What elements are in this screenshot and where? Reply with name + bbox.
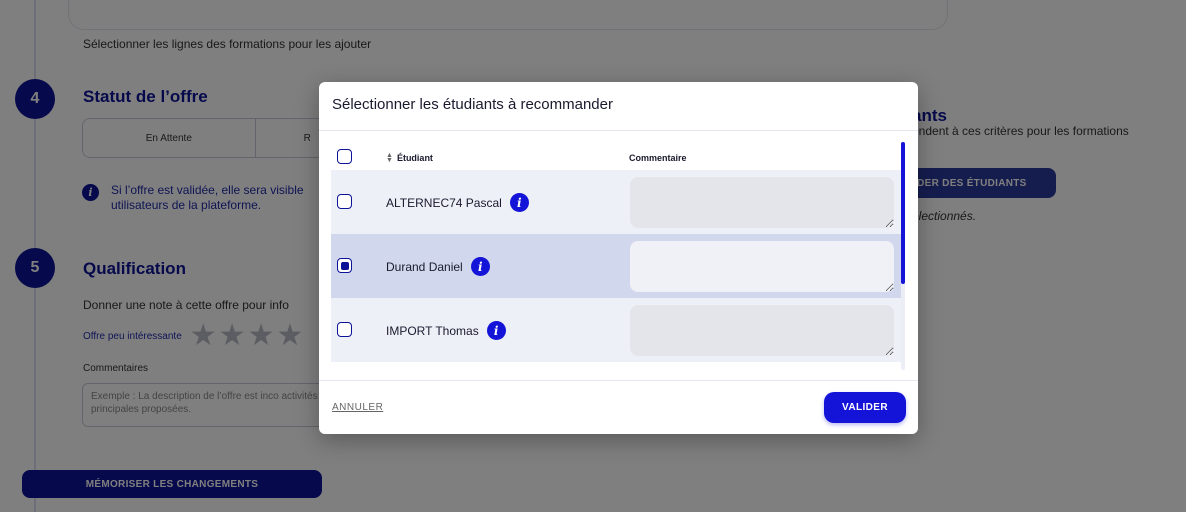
column-header-student[interactable]: ▲ ▼ Étudiant bbox=[386, 152, 433, 164]
modal-title: Sélectionner les étudiants à recommander bbox=[332, 96, 613, 113]
checkbox-box[interactable] bbox=[337, 194, 352, 209]
check-mark bbox=[340, 261, 349, 270]
checkbox-box[interactable] bbox=[337, 149, 352, 164]
student-cell: Durand Daniel i bbox=[386, 257, 490, 276]
student-name: Durand Daniel bbox=[386, 259, 463, 274]
comment-textarea[interactable] bbox=[630, 177, 894, 228]
info-icon[interactable]: i bbox=[486, 321, 506, 340]
footer-divider bbox=[319, 380, 918, 381]
comment-textarea[interactable] bbox=[630, 241, 894, 292]
validate-button[interactable]: VALIDER bbox=[824, 392, 906, 423]
select-students-modal: Sélectionner les étudiants à recommander… bbox=[319, 82, 918, 434]
sort-icon[interactable]: ▲ ▼ bbox=[386, 152, 393, 164]
scrollbar-thumb[interactable] bbox=[901, 142, 905, 284]
row-checkbox[interactable] bbox=[337, 194, 352, 209]
student-cell: IMPORT Thomas i bbox=[386, 321, 506, 340]
student-name: IMPORT Thomas bbox=[386, 323, 479, 338]
info-icon[interactable]: i bbox=[470, 257, 490, 276]
column-header-comment: Commentaire bbox=[629, 153, 687, 163]
header-divider bbox=[319, 130, 918, 131]
comment-textarea[interactable] bbox=[630, 305, 894, 356]
table-header: ▲ ▼ Étudiant Commentaire bbox=[331, 140, 905, 170]
checkbox-box[interactable] bbox=[337, 322, 352, 337]
row-checkbox[interactable] bbox=[337, 258, 352, 273]
column-header-student-label: Étudiant bbox=[396, 153, 433, 163]
select-all-checkbox[interactable] bbox=[337, 149, 352, 164]
checkbox-box[interactable] bbox=[337, 258, 352, 273]
table-row[interactable]: IMPORT Thomas i bbox=[331, 298, 901, 362]
row-checkbox[interactable] bbox=[337, 322, 352, 337]
student-name: ALTERNEC74 Pascal bbox=[386, 195, 502, 210]
table-row[interactable]: Durand Daniel i bbox=[331, 234, 901, 298]
info-icon[interactable]: i bbox=[509, 193, 529, 212]
student-cell: ALTERNEC74 Pascal i bbox=[386, 193, 529, 212]
table-scrollbar[interactable] bbox=[901, 142, 905, 370]
cancel-button[interactable]: ANNULER bbox=[332, 402, 383, 413]
students-table: ▲ ▼ Étudiant Commentaire ALTERNEC74 Pasca… bbox=[331, 140, 905, 370]
table-row[interactable]: ALTERNEC74 Pascal i bbox=[331, 170, 901, 234]
